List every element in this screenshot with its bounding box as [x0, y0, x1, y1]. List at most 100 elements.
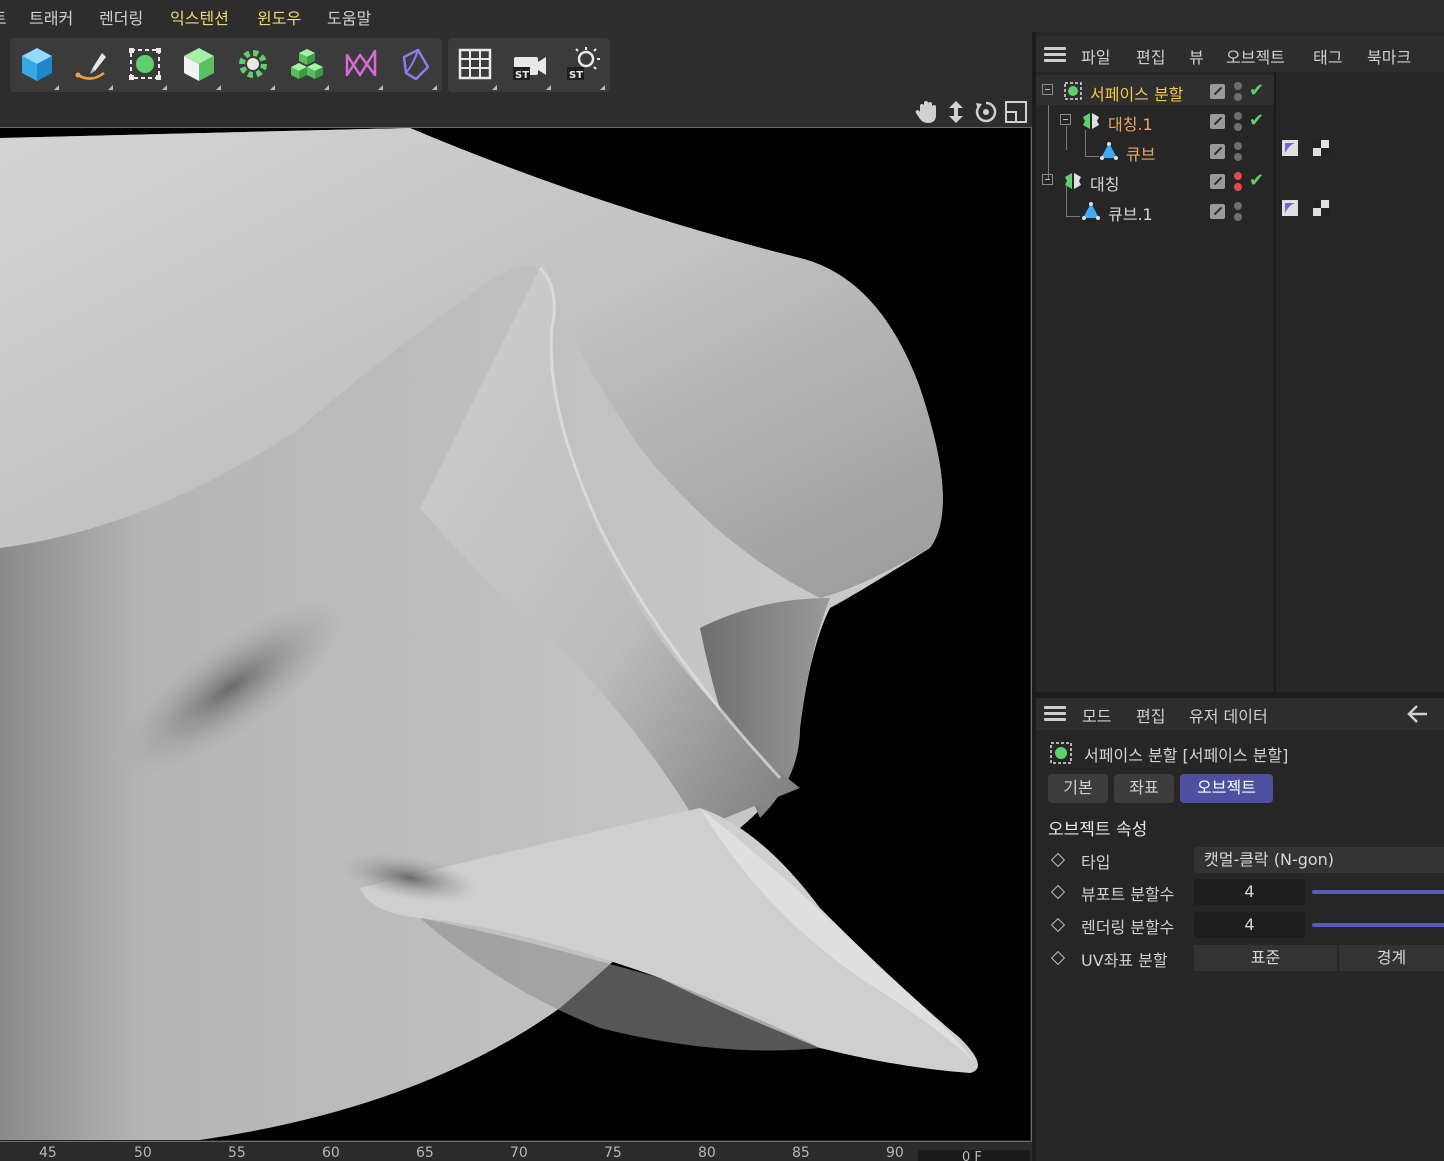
om-menu-bookmarks[interactable]: 북마크 — [1367, 44, 1411, 68]
subdivision-surface-icon — [1064, 82, 1082, 100]
object-name: 서페이스 분할 — [1090, 85, 1184, 104]
om-menu-view[interactable]: 뷰 — [1189, 44, 1204, 68]
am-menu-mode[interactable]: 모드 — [1082, 703, 1111, 727]
render-dot[interactable] — [1234, 93, 1242, 101]
pen-button[interactable] — [65, 38, 115, 92]
material-tag-icon[interactable] — [1312, 139, 1330, 157]
maximize-viewport-icon[interactable] — [1004, 100, 1028, 124]
editor-dot[interactable] — [1234, 202, 1242, 210]
command-toolbar: ST ST — [0, 32, 1034, 94]
cloner-button[interactable] — [227, 38, 277, 92]
3d-viewport[interactable] — [0, 128, 1030, 1140]
deformer-button[interactable] — [335, 38, 385, 92]
timeline-ruler[interactable]: 45 50 55 60 65 70 75 80 85 90 — [0, 1142, 1034, 1161]
subdivision-surface-button[interactable] — [119, 38, 169, 92]
keyframe-diamond-icon[interactable] — [1050, 884, 1066, 900]
render-subdiv-slider[interactable] — [1312, 923, 1444, 927]
move-vertical-icon[interactable] — [944, 100, 968, 124]
deformer-bend-icon — [345, 49, 377, 77]
timeline-tick: 70 — [510, 1145, 528, 1161]
timeline-tick: 60 — [322, 1145, 340, 1161]
editor-visibility-icon[interactable] — [1210, 204, 1225, 219]
editor-dot[interactable] — [1234, 112, 1242, 120]
floor-button[interactable] — [449, 38, 499, 92]
property-label: 렌더링 분할수 — [1081, 918, 1175, 937]
back-arrow-icon[interactable] — [1406, 704, 1428, 724]
editor-dot[interactable] — [1234, 82, 1242, 90]
menu-item-extensions[interactable]: 익스텐션 — [170, 5, 229, 29]
menu-item-window[interactable]: 윈도우 — [257, 5, 301, 29]
timeline-tick: 85 — [792, 1145, 810, 1161]
object-row-cube[interactable]: 큐브 — [1036, 135, 1274, 165]
light-button[interactable]: ST — [557, 38, 607, 92]
property-row-viewport-subdiv: 뷰포트 분할수 4 — [1036, 877, 1444, 907]
current-frame-field[interactable]: 0 F — [918, 1150, 1030, 1161]
menu-item-tracker[interactable]: 트래커 — [29, 5, 73, 29]
editor-visibility-icon[interactable] — [1210, 144, 1225, 159]
type-dropdown[interactable]: 캣멀-클락 (N-gon) — [1194, 847, 1444, 873]
render-dot-hidden[interactable] — [1234, 183, 1242, 191]
mograph-button[interactable] — [281, 38, 331, 92]
tab-basic[interactable]: 기본 — [1048, 774, 1108, 803]
keyframe-diamond-icon[interactable] — [1050, 917, 1066, 933]
phong-tag-icon[interactable] — [1281, 199, 1299, 217]
uv-option-boundary[interactable]: 경계 — [1339, 945, 1444, 971]
object-name: 대칭.1 — [1108, 115, 1153, 134]
camera-button[interactable]: ST — [503, 38, 553, 92]
svg-text:ST: ST — [515, 70, 529, 81]
editor-dot-hidden[interactable] — [1234, 172, 1242, 180]
collapse-toggle-icon[interactable] — [1042, 174, 1053, 185]
hamburger-menu-icon[interactable] — [1044, 47, 1066, 63]
timeline-tick: 65 — [416, 1145, 434, 1161]
material-tag-icon[interactable] — [1312, 199, 1330, 217]
svg-text:ST: ST — [569, 70, 583, 81]
timeline-tick: 45 — [39, 1145, 57, 1161]
editor-visibility-icon[interactable] — [1210, 114, 1225, 129]
om-menu-file[interactable]: 파일 — [1081, 44, 1110, 68]
object-row-cube-1[interactable]: 큐브.1 — [1036, 195, 1274, 225]
collapse-toggle-icon[interactable] — [1060, 114, 1071, 125]
section-title: 오브젝트 속성 — [1048, 820, 1148, 840]
editor-visibility-icon[interactable] — [1210, 84, 1225, 99]
object-name: 큐브 — [1126, 145, 1156, 164]
extrude-button[interactable] — [173, 38, 223, 92]
hamburger-menu-icon[interactable] — [1044, 706, 1066, 722]
render-dot[interactable] — [1234, 213, 1242, 221]
om-menu-edit[interactable]: 편집 — [1136, 44, 1165, 68]
render-subdiv-input[interactable]: 4 — [1194, 912, 1305, 938]
am-menu-user-data[interactable]: 유저 데이터 — [1189, 703, 1268, 727]
pan-hand-icon[interactable] — [914, 100, 938, 124]
enabled-check-icon[interactable]: ✔ — [1249, 80, 1264, 101]
rotate-orbit-icon[interactable] — [974, 100, 998, 124]
extrude-cube-icon — [184, 48, 214, 81]
property-row-render-subdiv: 렌더링 분할수 4 — [1036, 910, 1444, 940]
am-menu-edit[interactable]: 편집 — [1136, 703, 1165, 727]
object-row-symmetry-1[interactable]: 대칭.1 ✔ — [1036, 105, 1274, 135]
viewport-subdiv-input[interactable]: 4 — [1194, 879, 1305, 905]
object-name: 대칭 — [1090, 175, 1120, 194]
tab-object[interactable]: 오브젝트 — [1180, 774, 1273, 803]
collapse-toggle-icon[interactable] — [1042, 84, 1053, 95]
om-menu-tags[interactable]: 태그 — [1313, 44, 1342, 68]
editor-visibility-icon[interactable] — [1210, 174, 1225, 189]
editor-dot[interactable] — [1234, 142, 1242, 150]
phong-tag-icon[interactable] — [1281, 139, 1299, 157]
keyframe-diamond-icon[interactable] — [1050, 950, 1066, 966]
cube-button[interactable] — [11, 38, 61, 92]
enabled-check-icon[interactable]: ✔ — [1249, 110, 1264, 131]
keyframe-diamond-icon[interactable] — [1050, 852, 1066, 868]
object-row-subdivision[interactable]: 서페이스 분할 ✔ — [1036, 75, 1274, 105]
menu-item-help[interactable]: 도움말 — [327, 5, 371, 29]
menu-item-render[interactable]: 렌더링 — [99, 5, 143, 29]
field-button[interactable] — [389, 38, 439, 92]
tab-coordinates[interactable]: 좌표 — [1114, 774, 1174, 803]
render-dot[interactable] — [1234, 123, 1242, 131]
render-dot[interactable] — [1234, 153, 1242, 161]
object-row-symmetry[interactable]: 대칭 ✔ — [1036, 165, 1274, 195]
om-menu-objects[interactable]: 오브젝트 — [1226, 44, 1285, 68]
viewport-subdiv-slider[interactable] — [1312, 890, 1444, 894]
enabled-check-icon[interactable]: ✔ — [1249, 170, 1264, 191]
polygon-object-icon — [1100, 142, 1118, 160]
menu-item-partial[interactable]: 트 — [0, 5, 7, 29]
uv-option-standard[interactable]: 표준 — [1194, 945, 1337, 971]
